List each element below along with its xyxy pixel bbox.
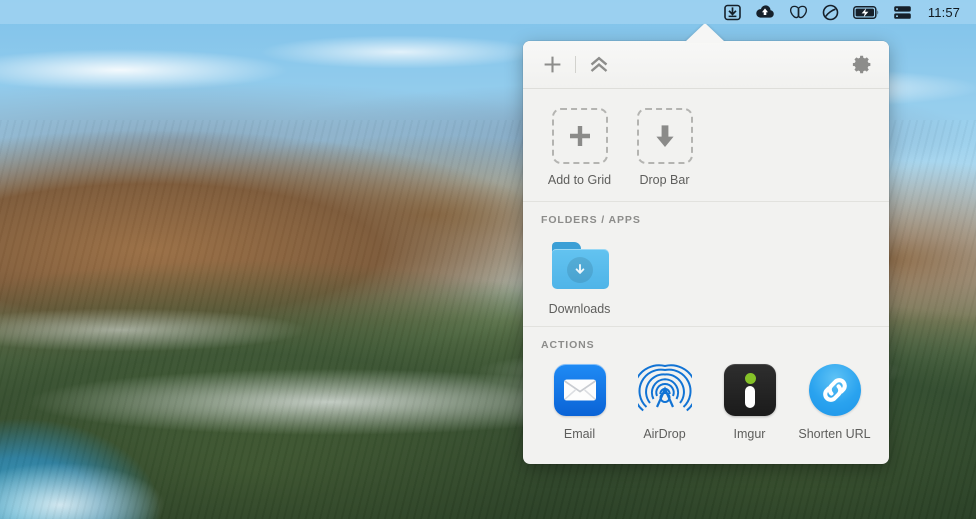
- dropzone-menu-icon[interactable]: [717, 0, 748, 24]
- airdrop-tile[interactable]: AirDrop: [622, 361, 707, 441]
- drop-targets-row: Add to Grid Drop Bar: [523, 89, 889, 201]
- add-button[interactable]: [539, 52, 565, 78]
- drop-bar-icon-wrap: [636, 107, 694, 165]
- actions-title: ACTIONS: [523, 327, 889, 355]
- drop-bar-label: Drop Bar: [639, 173, 689, 187]
- do-not-disturb-icon[interactable]: [815, 0, 846, 24]
- menu-bar: 11:57: [0, 0, 976, 24]
- downloads-tile[interactable]: Downloads: [537, 236, 622, 316]
- popover-arrow: [685, 23, 725, 42]
- gear-icon[interactable]: [849, 52, 875, 78]
- mail-app-icon: [551, 361, 609, 419]
- add-to-grid-icon-wrap: [551, 107, 609, 165]
- downloads-label: Downloads: [549, 302, 611, 316]
- add-to-grid-tile[interactable]: Add to Grid: [537, 107, 622, 187]
- drop-targets-section: Add to Grid Drop Bar: [523, 89, 889, 201]
- actions-row: Email: [523, 355, 889, 451]
- shorten-url-label: Shorten URL: [798, 427, 870, 441]
- shorten-url-tile[interactable]: Shorten URL: [792, 361, 877, 441]
- imgur-bar: [745, 386, 755, 408]
- toolbar-divider: [575, 56, 576, 73]
- download-arrow-icon: [567, 257, 593, 283]
- drop-bar-tile[interactable]: Drop Bar: [622, 107, 707, 187]
- add-to-grid-label: Add to Grid: [548, 173, 611, 187]
- imgur-label: Imgur: [734, 427, 766, 441]
- menubar-clock[interactable]: 11:57: [919, 5, 966, 20]
- cloud-upload-icon[interactable]: [748, 0, 782, 24]
- actions-section: ACTIONS Email: [523, 326, 889, 451]
- imgur-dot: [745, 373, 756, 384]
- link-icon: [806, 361, 864, 419]
- butterfly-icon[interactable]: [782, 0, 815, 24]
- folders-apps-title: FOLDERS / APPS: [523, 202, 889, 230]
- server-drive-icon[interactable]: [886, 0, 919, 24]
- email-label: Email: [564, 427, 595, 441]
- collapse-button[interactable]: [586, 52, 612, 78]
- arrow-down-icon: [637, 108, 693, 164]
- battery-charging-icon[interactable]: [846, 0, 886, 24]
- airdrop-label: AirDrop: [643, 427, 685, 441]
- downloads-folder-icon: [551, 236, 609, 294]
- imgur-tile[interactable]: Imgur: [707, 361, 792, 441]
- folders-apps-section: FOLDERS / APPS Downloads: [523, 201, 889, 326]
- airdrop-icon: [636, 361, 694, 419]
- plus-icon: [552, 108, 608, 164]
- imgur-icon: [721, 361, 779, 419]
- folders-apps-row: Downloads: [523, 230, 889, 326]
- dropzone-popover: Add to Grid Drop Bar FOLDERS / APPS: [523, 41, 889, 464]
- popover-toolbar: [523, 41, 889, 89]
- email-tile[interactable]: Email: [537, 361, 622, 441]
